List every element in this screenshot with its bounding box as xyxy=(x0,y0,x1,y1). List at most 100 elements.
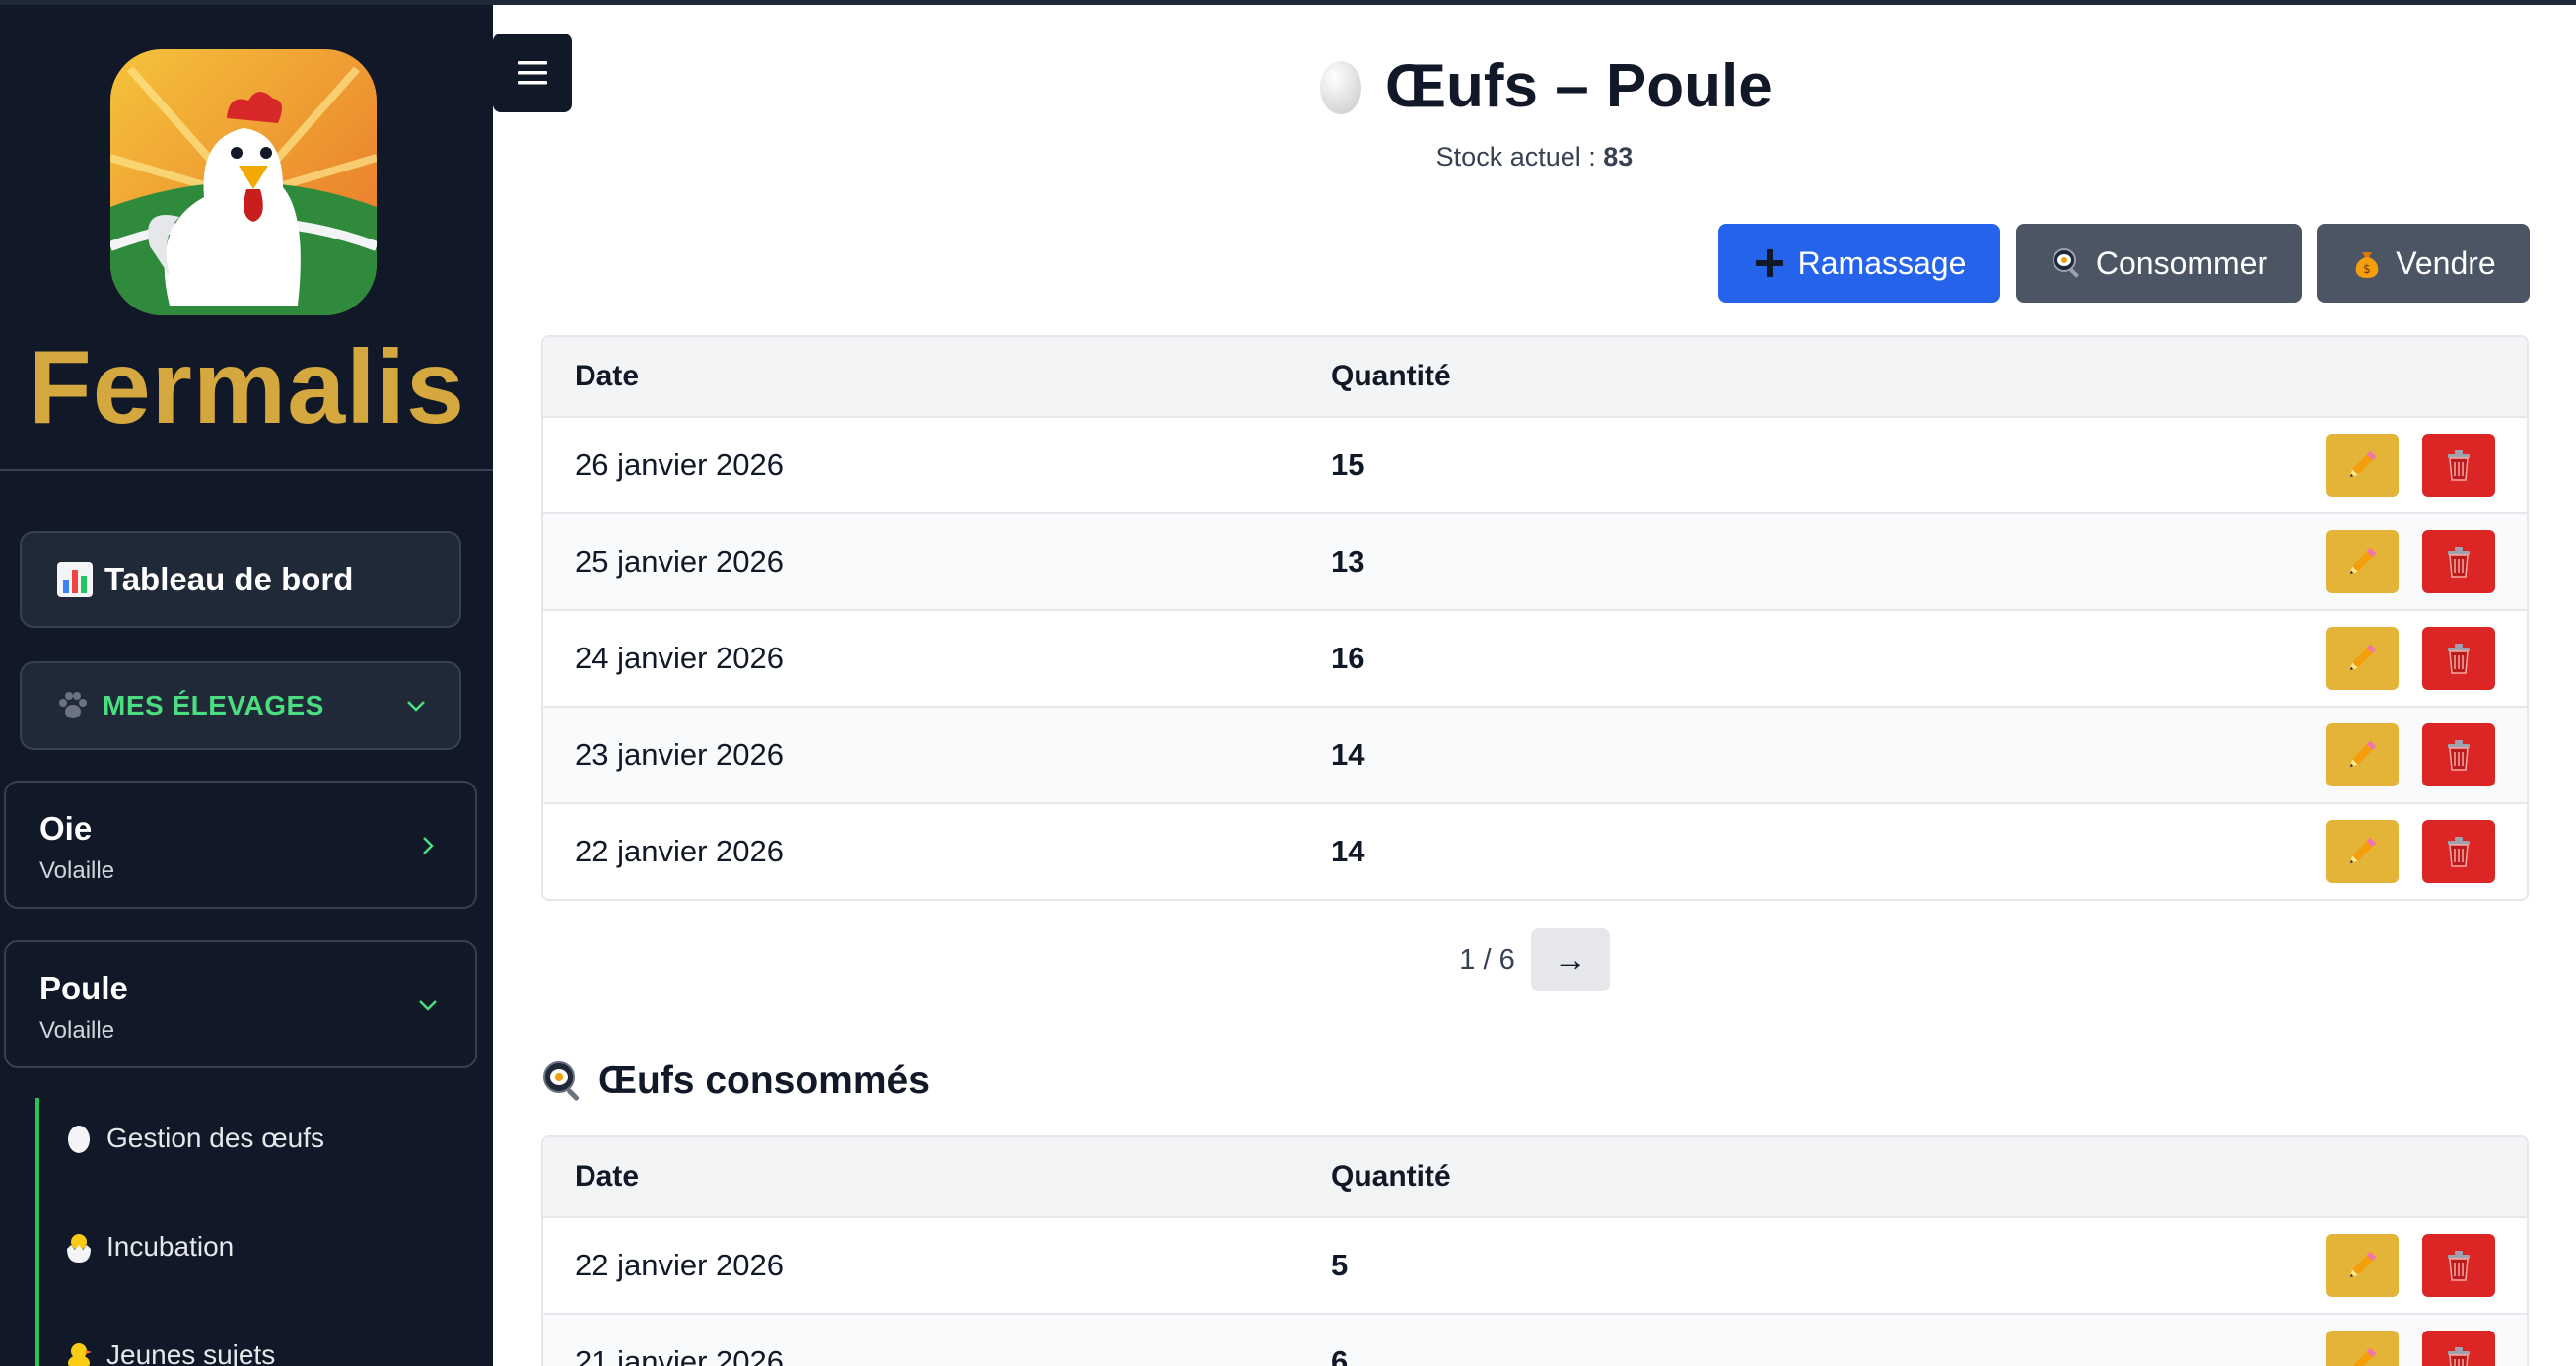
consumed-section-title-text: Œufs consommés xyxy=(598,1059,930,1102)
pagination: 1 / 6 → xyxy=(0,928,2576,991)
trash-icon xyxy=(2448,450,2470,481)
stock-value: 83 xyxy=(1603,142,1634,171)
nav-section-label: MES ÉLEVAGES xyxy=(103,690,324,720)
cell-quantity: 15 xyxy=(1331,447,1365,482)
egg-icon xyxy=(1320,61,1361,114)
subnav-item-eggs[interactable]: Gestion des œufs xyxy=(61,1114,324,1163)
cell-date: 23 janvier 2026 xyxy=(575,737,784,772)
pencil-icon xyxy=(2349,547,2377,575)
edit-button[interactable] xyxy=(2326,627,2399,690)
cell-quantity: 16 xyxy=(1331,641,1365,675)
edit-button[interactable] xyxy=(2326,1331,2399,1366)
cell-quantity: 5 xyxy=(1331,1248,1349,1282)
subnav-item-label: Jeunes sujets xyxy=(106,1339,276,1366)
pencil-icon xyxy=(2349,450,2377,478)
poule-subnav: Gestion des œufs Incubation Jeunes sujet… xyxy=(35,1098,469,1366)
table-header: Date Quantité xyxy=(543,337,2527,416)
stock-label: Stock actuel : xyxy=(1435,142,1596,171)
trash-icon xyxy=(2448,547,2470,578)
cell-quantity: 14 xyxy=(1331,737,1365,772)
delete-button[interactable] xyxy=(2422,1234,2495,1297)
bar-chart-icon xyxy=(57,562,93,597)
subnav-item-incubation[interactable]: Incubation xyxy=(61,1222,234,1271)
pencil-icon xyxy=(2349,740,2377,768)
column-header-date: Date xyxy=(575,360,640,392)
pencil-icon xyxy=(2352,1347,2377,1366)
collect-button-label: Ramassage xyxy=(1797,244,1967,281)
subnav-item-young[interactable]: Jeunes sujets xyxy=(61,1331,275,1366)
nav-dashboard[interactable]: Tableau de bord xyxy=(20,531,461,628)
delete-button[interactable] xyxy=(2422,434,2495,497)
chevron-down-icon xyxy=(407,701,425,712)
arrow-right-icon: → xyxy=(1553,940,1587,979)
page-title-text: Œufs – Poule xyxy=(1385,51,1773,120)
column-header-quantity: Quantité xyxy=(1331,1160,1451,1193)
species-name: Oie xyxy=(39,810,93,847)
table-row: 21 janvier 2026 6 xyxy=(543,1313,2527,1366)
delete-button[interactable] xyxy=(2422,530,2495,593)
row-actions xyxy=(2326,820,2527,883)
row-actions xyxy=(2326,723,2527,786)
menu-toggle-button[interactable] xyxy=(493,34,572,112)
table-row: 23 janvier 2026 14 xyxy=(543,706,2527,802)
frying-pan-icon xyxy=(2052,248,2079,278)
consumed-section-title: Œufs consommés xyxy=(541,1057,930,1106)
table-row: 22 janvier 2026 5 xyxy=(543,1216,2527,1313)
fermalis-logo xyxy=(110,49,377,315)
brand-header: Fermalis xyxy=(0,0,493,471)
row-actions xyxy=(2326,627,2527,690)
edit-button[interactable] xyxy=(2326,820,2399,883)
cell-quantity: 14 xyxy=(1331,834,1365,868)
next-page-button[interactable]: → xyxy=(1530,928,1610,991)
pagination-label: 1 / 6 xyxy=(1459,943,1515,976)
species-item-oie[interactable]: Oie Volaille xyxy=(4,781,477,909)
sell-button-label: Vendre xyxy=(2396,244,2496,281)
table-row: 26 janvier 2026 15 xyxy=(543,416,2527,512)
table-row: 22 janvier 2026 14 xyxy=(543,802,2527,899)
pencil-icon xyxy=(2349,644,2377,671)
chick-icon xyxy=(68,1343,92,1366)
species-kind: Volaille xyxy=(39,1017,115,1044)
delete-button[interactable] xyxy=(2422,820,2495,883)
table-header: Date Quantité xyxy=(543,1137,2527,1216)
collected-eggs-table: Date Quantité 26 janvier 2026 15 25 janvie… xyxy=(541,335,2529,901)
delete-button[interactable] xyxy=(2422,723,2495,786)
cell-date: 21 janvier 2026 xyxy=(575,1344,784,1366)
consume-button-label: Consommer xyxy=(2095,244,2268,281)
delete-button[interactable] xyxy=(2422,627,2495,690)
paw-icon xyxy=(59,692,87,718)
brand-name: Fermalis xyxy=(27,329,465,445)
row-actions xyxy=(2326,1234,2527,1297)
trash-icon xyxy=(2448,740,2470,771)
egg-icon xyxy=(68,1126,90,1153)
edit-button[interactable] xyxy=(2326,723,2399,786)
consume-button[interactable]: Consommer xyxy=(2016,224,2302,303)
sidebar: Fermalis Tableau de bord MES ÉLEVAGES Oi… xyxy=(0,0,493,1366)
sell-button[interactable]: $ Vendre xyxy=(2317,224,2530,303)
nav-dashboard-label: Tableau de bord xyxy=(104,561,354,597)
trash-icon xyxy=(2448,1347,2470,1366)
cell-date: 25 janvier 2026 xyxy=(575,544,784,579)
trash-icon xyxy=(2448,644,2470,674)
stock-info: Stock actuel : 83 xyxy=(0,142,2576,172)
edit-button[interactable] xyxy=(2326,530,2399,593)
trash-icon xyxy=(2448,837,2470,867)
delete-button[interactable] xyxy=(2422,1331,2495,1366)
edit-button[interactable] xyxy=(2326,434,2399,497)
row-actions xyxy=(2326,530,2527,593)
nav-section-livestock[interactable]: MES ÉLEVAGES xyxy=(20,661,461,750)
column-header-date: Date xyxy=(575,1160,640,1193)
row-actions xyxy=(2326,1331,2527,1366)
pencil-icon xyxy=(2349,837,2377,864)
plus-icon xyxy=(1755,249,1783,277)
cell-date: 24 janvier 2026 xyxy=(575,641,784,675)
collect-button[interactable]: Ramassage xyxy=(1718,224,2000,303)
hamburger-menu-icon xyxy=(518,61,547,85)
edit-button[interactable] xyxy=(2326,1234,2399,1297)
column-header-quantity: Quantité xyxy=(1331,360,1451,392)
chevron-down-icon xyxy=(419,1000,437,1011)
subnav-item-label: Gestion des œufs xyxy=(106,1123,324,1153)
chevron-right-icon xyxy=(423,837,434,854)
page-title: Œufs – Poule xyxy=(1316,49,1773,122)
table-row: 24 janvier 2026 16 xyxy=(543,609,2527,706)
